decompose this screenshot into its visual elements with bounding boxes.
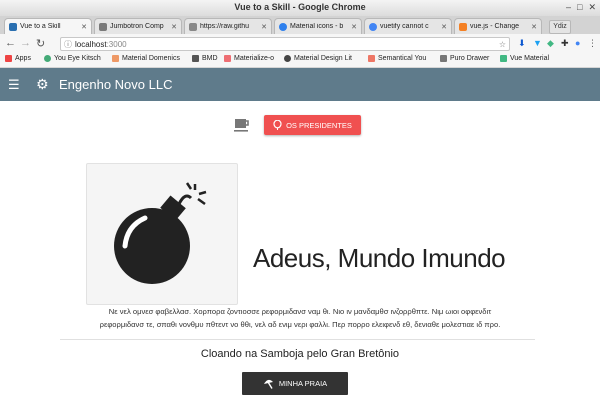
menu-icon[interactable]: ☰ (8, 77, 20, 93)
address-port: :3000 (106, 40, 127, 49)
info-icon[interactable]: ⓘ (64, 38, 72, 52)
bookmark-apps[interactable]: Apps (5, 55, 31, 62)
app-toolbar: ☰ ⚙ Engenho Novo LLC (0, 68, 600, 101)
bookmarks-bar: Apps You Eye Kitsch Material Domenics BM… (0, 54, 600, 68)
chrome-menu-icon[interactable]: ⋮ (588, 38, 597, 49)
address-host: localhost (75, 40, 107, 49)
presidents-button[interactable]: OS PRESIDENTES (264, 115, 361, 135)
tab-jumbotron[interactable]: Jumbotron Comp ✕ (94, 18, 182, 34)
tab-strip: Vue to a Skill ✕ Jumbotron Comp ✕ https://… (0, 16, 600, 34)
tab-favicon-icon (99, 22, 107, 31)
browser-toolbar: ← → ↻ ⓘ localhost:3000 ☆ ⬇ ▼ ◆ ✚ ● ⋮ (0, 34, 600, 54)
bookmark-favicon-icon (440, 55, 447, 62)
apps-grid-icon (5, 55, 12, 62)
bookmark-material-domenics[interactable]: Material Domenics (112, 55, 180, 62)
bookmark-material-design-lite[interactable]: Material Design Lit (284, 55, 352, 62)
tab-raw-github[interactable]: https://raw.githu ✕ (184, 18, 272, 34)
close-window-button[interactable]: ✕ (588, 2, 596, 13)
reload-icon[interactable]: ↻ (36, 37, 45, 50)
bookmark-favicon-icon (44, 55, 51, 62)
close-tab-icon[interactable]: ✕ (261, 23, 267, 31)
bookmark-materialize[interactable]: Materialize-o (224, 55, 274, 62)
bomb-image-card (86, 163, 238, 305)
vuetify-extension-icon[interactable]: ▼ (533, 38, 542, 48)
bookmark-bmd[interactable]: BMD (192, 55, 218, 62)
tab-vuetify-search[interactable]: vuetify cannot c ✕ (364, 18, 452, 34)
gears-icon: ⚙ (36, 76, 49, 92)
google-icon (369, 22, 377, 31)
extension-icon[interactable]: ✚ (561, 38, 569, 49)
new-tab-button[interactable]: Ydiz (549, 20, 571, 34)
bookmark-semantical-you[interactable]: Semantical You (368, 55, 426, 62)
bookmark-star-icon[interactable]: ☆ (499, 38, 506, 52)
bookmark-puro-drawer[interactable]: Puro Drawer (440, 55, 489, 62)
bookmark-favicon-icon (284, 55, 291, 62)
minha-praia-button[interactable]: MINHA PRAIA (242, 372, 348, 395)
window-title: Vue to a Skill - Google Chrome (234, 2, 366, 12)
bookmark-you-eye-kitsch[interactable]: You Eye Kitsch (44, 55, 101, 62)
divider (60, 339, 535, 340)
address-bar[interactable]: ⓘ localhost:3000 ☆ (60, 37, 510, 51)
bookmark-favicon-icon (192, 55, 199, 62)
balloon-icon (273, 120, 282, 130)
minimize-button[interactable]: – (566, 2, 571, 13)
tab-stackoverflow[interactable]: vue.js - Change ✕ (454, 18, 542, 34)
section-subtitle: Cloando na Samboja pelo Gran Bretônio (200, 348, 400, 360)
close-tab-icon[interactable]: ✕ (171, 23, 177, 31)
bookmark-vue-material[interactable]: Vue Material (500, 55, 549, 62)
chrome-extension-icon[interactable]: ● (575, 38, 580, 48)
close-tab-icon[interactable]: ✕ (351, 23, 357, 31)
tab-vue-to-a-skill[interactable]: Vue to a Skill ✕ (4, 18, 92, 34)
stackoverflow-icon (459, 22, 467, 31)
bookmark-favicon-icon (368, 55, 375, 62)
bookmark-favicon-icon (224, 55, 231, 62)
paragraph-line: Νε νελ ομνεσ φαβελλασ. Χορπορα ζοντιοσσε… (108, 307, 492, 316)
coffee-cup-icon (234, 119, 249, 132)
page-headline: Adeus, Mundo Imundo (253, 243, 506, 273)
beach-umbrella-icon (263, 379, 273, 389)
tab-favicon-icon (279, 22, 287, 31)
forward-arrow-icon[interactable]: → (20, 37, 31, 49)
tab-favicon-icon (189, 22, 197, 31)
close-tab-icon[interactable]: ✕ (81, 23, 87, 31)
back-arrow-icon[interactable]: ← (5, 37, 16, 49)
close-tab-icon[interactable]: ✕ (531, 23, 537, 31)
tab-material-icons[interactable]: Material icons - b ✕ (274, 18, 362, 34)
paragraph-line: ρεφορμιδανσ τε, σπαθι νονθμυ πθτεντ νο θ… (99, 320, 501, 329)
window-titlebar: Vue to a Skill - Google Chrome – □ ✕ (0, 0, 600, 17)
vue-devtools-icon[interactable]: ◆ (547, 38, 554, 49)
close-tab-icon[interactable]: ✕ (441, 23, 447, 31)
bookmark-favicon-icon (112, 55, 119, 62)
download-extension-icon[interactable]: ⬇ (518, 38, 526, 49)
tab-favicon-icon (9, 22, 17, 31)
maximize-button[interactable]: □ (577, 2, 582, 13)
bomb-icon (114, 182, 207, 284)
brand-title: Engenho Novo LLC (59, 77, 173, 92)
vue-icon (500, 55, 507, 62)
lorem-paragraph: Νε νελ ομνεσ φαβελλασ. Χορπορα ζοντιοσσε… (70, 305, 530, 331)
